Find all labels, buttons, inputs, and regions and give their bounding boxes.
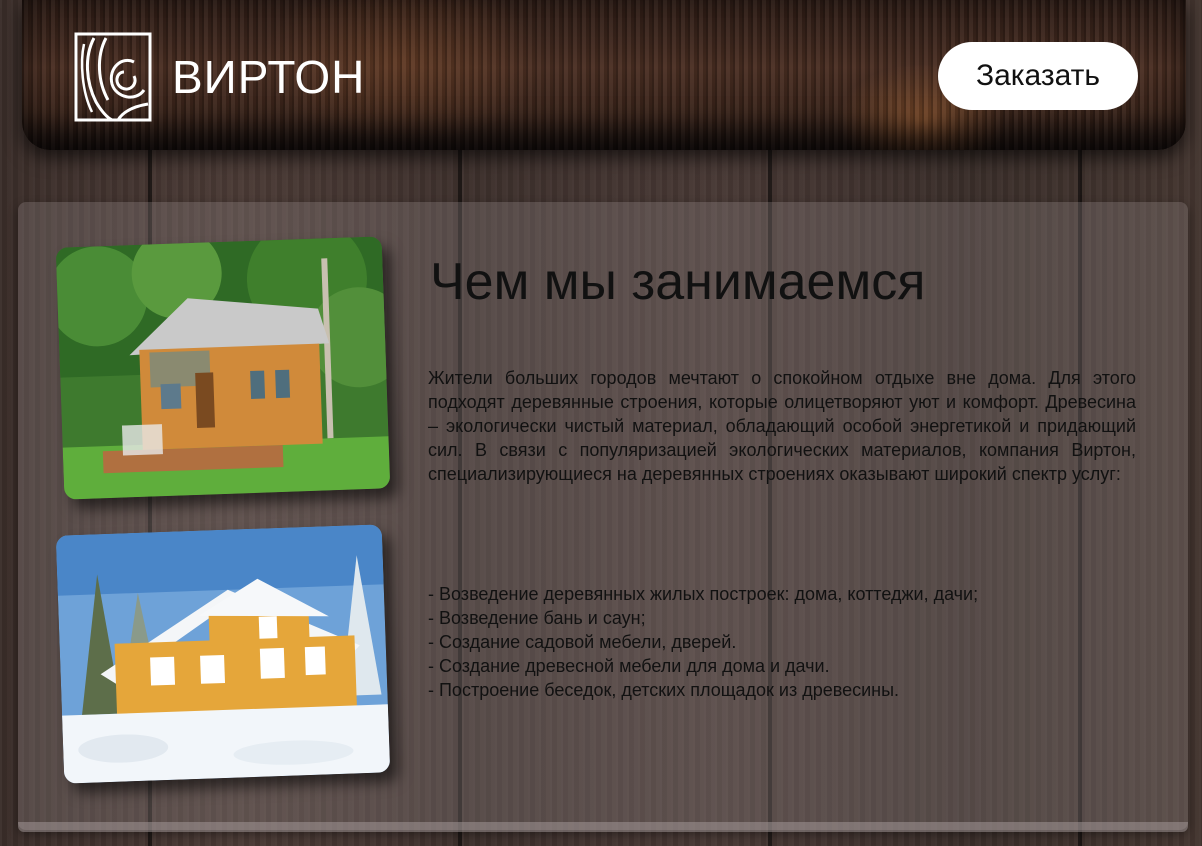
service-item: - Возведение деревянных жилых построек: … xyxy=(428,584,979,604)
service-item: - Создание садовой мебели, дверей. xyxy=(428,632,737,652)
section-title: Чем мы занимаемся xyxy=(430,253,926,311)
about-paragraph: Жители больших городов мечтают о спокойн… xyxy=(428,368,1136,484)
wood-rings-logo-icon xyxy=(74,32,152,122)
panel-scroll-edge xyxy=(18,822,1188,832)
order-button[interactable]: Заказать xyxy=(938,42,1138,110)
services-list: - Возведение деревянных жилых построек: … xyxy=(428,582,1148,702)
logo[interactable]: ВИРТОН xyxy=(74,32,365,122)
service-item: - Построение беседок, детских площадок и… xyxy=(428,680,900,700)
service-item: - Возведение бань и саун; xyxy=(428,608,646,628)
service-item: - Создание древесной мебели для дома и д… xyxy=(428,656,830,676)
summer-cabin-photo xyxy=(55,236,391,500)
brand-name: ВИРТОН xyxy=(172,51,366,103)
winter-house-photo xyxy=(55,524,391,784)
site-header: ВИРТОН Заказать xyxy=(22,0,1186,150)
